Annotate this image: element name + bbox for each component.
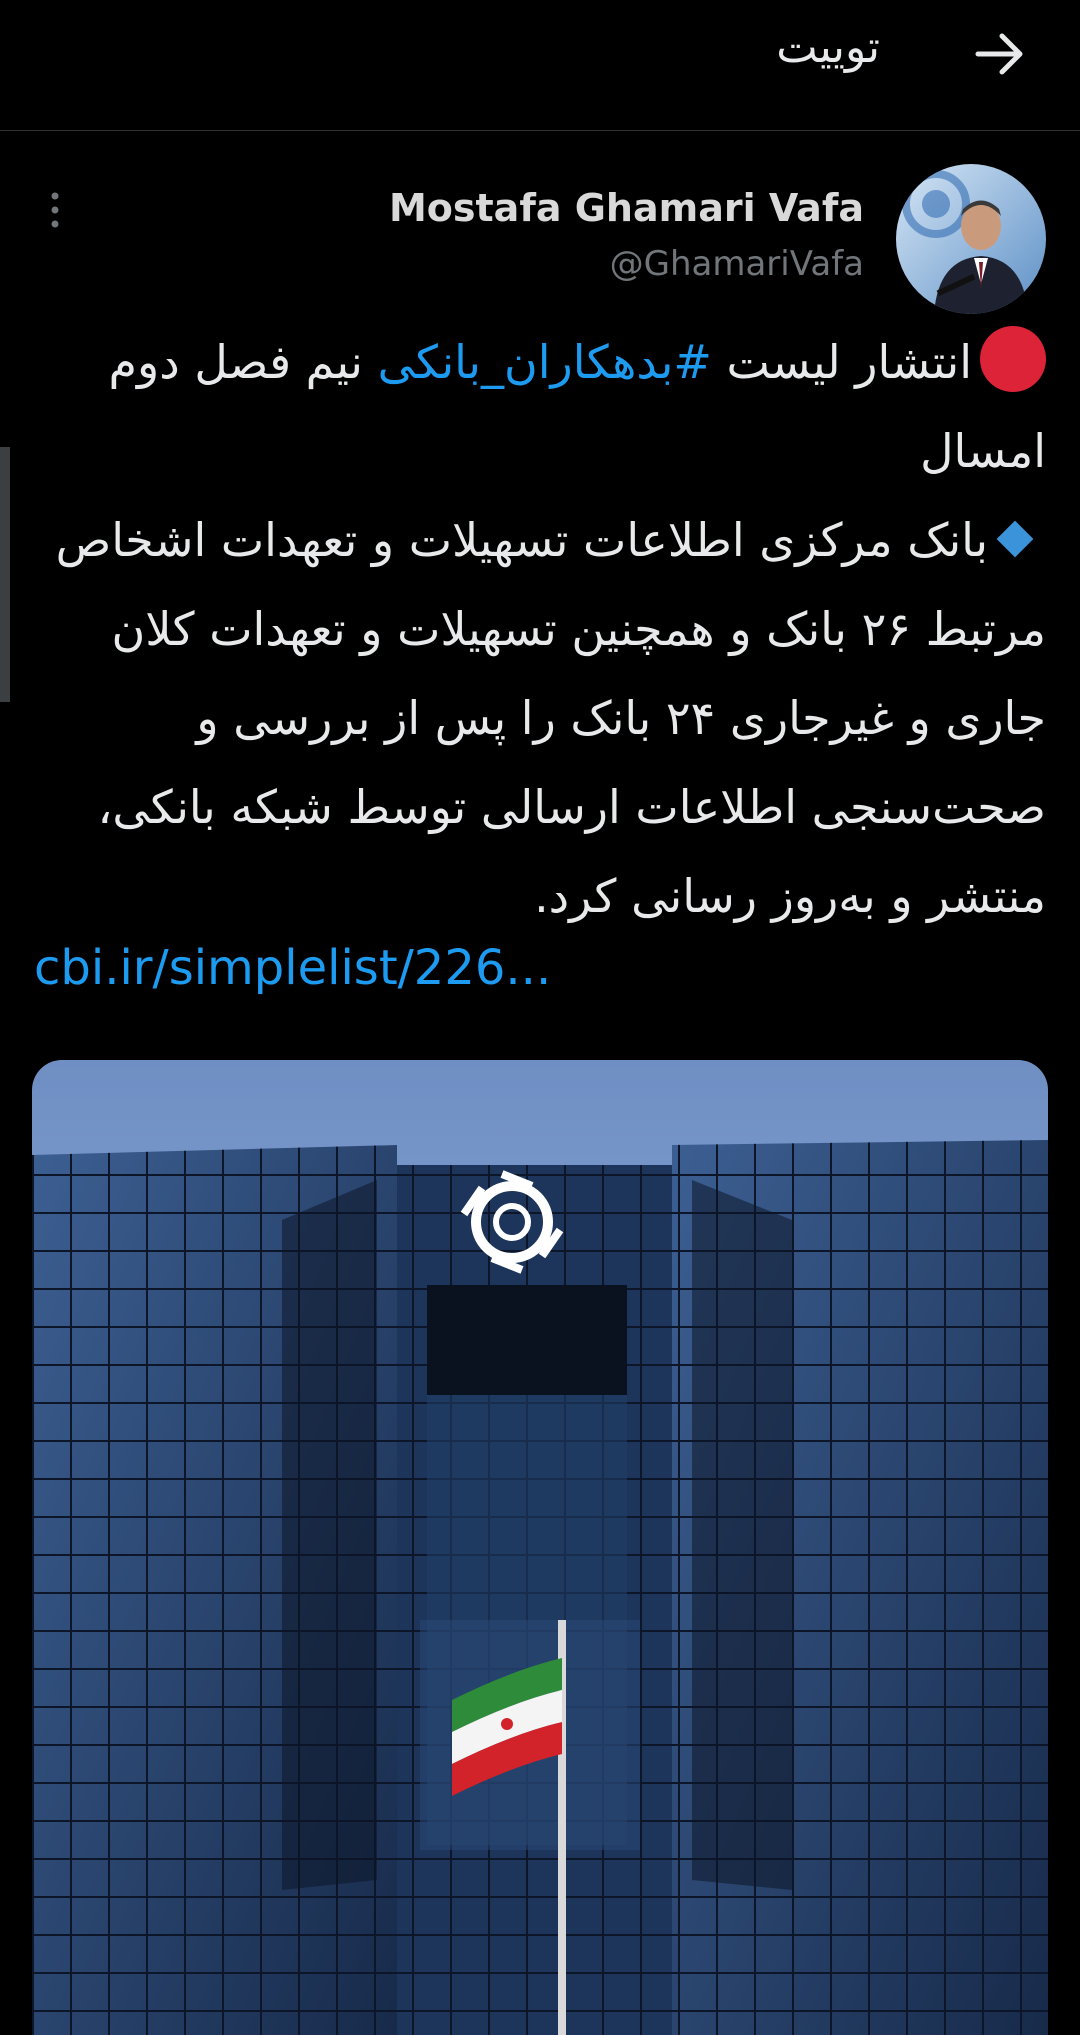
red-circle-icon — [980, 326, 1046, 392]
tweet-text-prefix: انتشار لیست — [711, 335, 972, 389]
tweet-media-image[interactable] — [32, 1060, 1048, 2035]
back-arrow-icon[interactable] — [968, 22, 1032, 86]
header-title: توییت — [776, 22, 880, 73]
scrollbar-thumb[interactable] — [0, 447, 10, 702]
blue-diamond-icon — [996, 520, 1034, 558]
tweet-header: توییت — [0, 0, 1080, 131]
more-vertical-icon[interactable] — [40, 190, 70, 230]
author-display-name[interactable]: Mostafa Ghamari Vafa — [389, 186, 864, 230]
avatar[interactable] — [896, 164, 1046, 314]
author-handle[interactable]: @GhamariVafa — [610, 244, 864, 284]
tweet-paragraph: بانک مرکزی اطلاعات تسهیلات و تعهدات اشخا… — [31, 496, 1046, 941]
tweet-line-title: انتشار لیست #بدهکاران_بانکی نیم فصل دوم … — [31, 318, 1046, 496]
hashtag-link[interactable]: #بدهکاران_بانکی — [378, 335, 712, 389]
tweet-text: انتشار لیست #بدهکاران_بانکی نیم فصل دوم … — [31, 318, 1046, 941]
tweet-url-link[interactable]: cbi.ir/simplelist/226... — [34, 940, 551, 996]
tweet-paragraph-text: بانک مرکزی اطلاعات تسهیلات و تعهدات اشخا… — [55, 513, 1046, 923]
